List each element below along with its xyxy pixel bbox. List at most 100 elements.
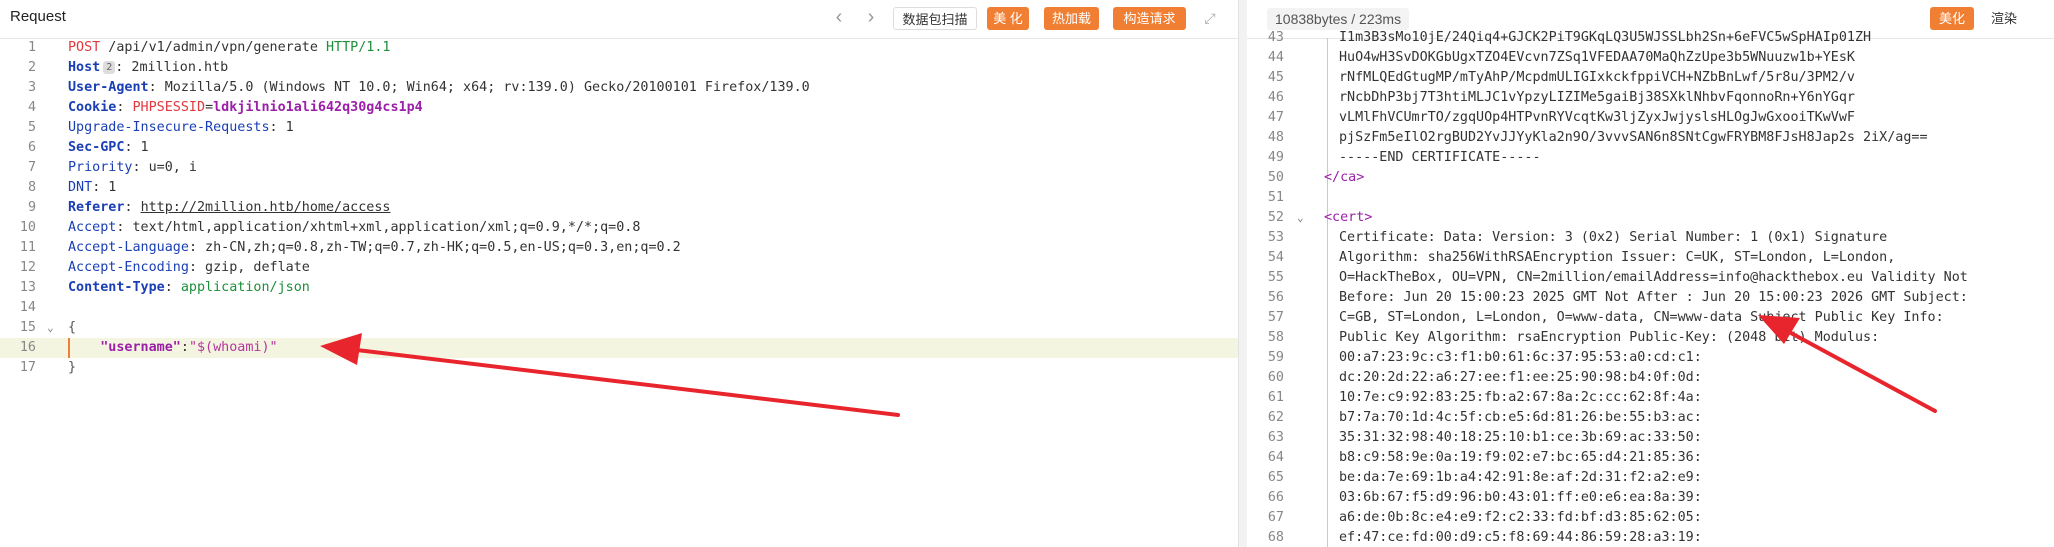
line-number: 8	[27, 180, 36, 195]
beautify-button[interactable]: 美 化	[987, 7, 1029, 30]
response-line[interactable]: 58 Public Key Algorithm: rsaEncryption Pu…	[1247, 328, 2054, 348]
request-line[interactable]: 3 User-Agent: Mozilla/5.0 (Windows NT 10.…	[0, 78, 1238, 98]
response-line-text: I1m3B3sMo10jE/24Qiq4+GJCK2PiT9GKqLQ3U5WJ…	[1339, 30, 1872, 45]
response-line-text: a6:de:0b:8c:e4:e9:f2:c2:33:fd:bf:d3:85:6…	[1339, 510, 1702, 525]
line-number: 62	[1267, 410, 1284, 425]
construct-request-button[interactable]: 构造请求	[1113, 7, 1186, 30]
response-line[interactable]: 64 b8:c9:58:9e:0a:19:f9:02:e7:bc:65:d4:21…	[1247, 448, 2054, 468]
response-line-text: rNcbDhP3bj7T3htiMLJC1vYpzyLIZIMe5gaiBj38…	[1339, 90, 1855, 105]
fold-chevron-icon[interactable]: ⌄	[1297, 208, 1309, 228]
expand-icon[interactable]: ⤢	[1201, 9, 1219, 27]
code-token: }	[68, 360, 77, 375]
request-editor[interactable]: 1 POST /api/v1/admin/vpn/generate HTTP/1.…	[0, 38, 1238, 547]
response-line[interactable]: 53 Certificate: Data: Version: 3 (0x2) Se…	[1247, 228, 2054, 248]
request-line[interactable]: 1 POST /api/v1/admin/vpn/generate HTTP/1.…	[0, 38, 1238, 58]
response-line[interactable]: 54 Algorithm: sha256WithRSAEncryption Iss…	[1247, 248, 2054, 268]
code-token: :	[180, 340, 189, 355]
line-number: 56	[1267, 290, 1284, 305]
response-line[interactable]: 43 I1m3B3sMo10jE/24Qiq4+GJCK2PiT9GKqLQ3U5…	[1247, 28, 2054, 48]
request-pane: Request ‹ › 数据包扫描 美 化 热加载 构造请求 ⤢ 1 POST /…	[0, 0, 1238, 547]
code-token: : zh-CN,zh;q=0.8,zh-TW;q=0.7,zh-HK;q=0.5…	[188, 240, 681, 255]
response-line[interactable]: 45 rNfMLQEdGtugMP/mTyAhP/McpdmULIGIxkckfp…	[1247, 68, 2054, 88]
response-line[interactable]: 51	[1247, 188, 2054, 208]
response-line[interactable]: 60 dc:20:2d:22:a6:27:ee:f1:ee:25:90:98:b4…	[1247, 368, 2054, 388]
code-token: :	[116, 100, 133, 115]
code-token: "$(whoami)"	[188, 340, 278, 355]
packet-scan-button[interactable]: 数据包扫描	[893, 7, 977, 30]
request-line[interactable]: 16 "username":"$(whoami)"	[0, 338, 1238, 358]
line-number: 46	[1267, 90, 1284, 105]
request-line[interactable]: 12 Accept-Encoding: gzip, deflate	[0, 258, 1238, 278]
response-line[interactable]: 49 -----END CERTIFICATE-----	[1247, 148, 2054, 168]
response-line[interactable]: 61 10:7e:c9:92:83:25:fb:a2:67:8a:2c:cc:62…	[1247, 388, 2054, 408]
line-number: 43	[1267, 30, 1284, 45]
request-line-code: Cookie: PHPSESSID=ldkjilnio1ali642q30g4c…	[68, 98, 423, 118]
response-line-text: be:da:7e:69:1b:a4:42:91:8e:af:2d:31:f2:a…	[1339, 470, 1702, 485]
response-line[interactable]: 59 00:a7:23:9c:c3:f1:b0:61:6c:37:95:53:a0…	[1247, 348, 2054, 368]
request-line-code: POST /api/v1/admin/vpn/generate HTTP/1.1	[68, 38, 390, 58]
request-line[interactable]: 2 Host 2: 2million.htb	[0, 58, 1238, 78]
code-token: ldkjilnio1ali642q30g4cs1p4	[213, 100, 423, 115]
request-line[interactable]: 5 Upgrade-Insecure-Requests: 1	[0, 118, 1238, 138]
request-line[interactable]: 11 Accept-Language: zh-CN,zh;q=0.8,zh-TW;…	[0, 238, 1238, 258]
request-line-code: Host 2: 2million.htb	[68, 58, 228, 78]
render-button[interactable]: 渲染	[1982, 7, 2026, 30]
line-number: 2	[27, 60, 36, 75]
response-line[interactable]: 56 Before: Jun 20 15:00:23 2025 GMT Not A…	[1247, 288, 2054, 308]
response-line[interactable]: 52 ⌄ <cert>	[1247, 208, 2054, 228]
code-token: : u=0, i	[132, 160, 198, 175]
code-token: : 1	[92, 180, 117, 195]
response-line[interactable]: 66 03:6b:67:f5:d9:96:b0:43:01:ff:e0:e6:ea…	[1247, 488, 2054, 508]
code-token: : gzip, deflate	[188, 260, 310, 275]
request-line-code: "username":"$(whoami)"	[68, 338, 278, 358]
response-line[interactable]: 44 HuO4wH3SvDOKGbUgxTZO4EVcvn7ZSq1VFEDAA7…	[1247, 48, 2054, 68]
code-token: "username"	[100, 340, 181, 355]
line-number: 53	[1267, 230, 1284, 245]
request-line[interactable]: 8 DNT: 1	[0, 178, 1238, 198]
request-line[interactable]: 15 ⌄ {	[0, 318, 1238, 338]
forward-arrow-icon[interactable]: ›	[860, 6, 882, 30]
response-line[interactable]: 57 C=GB, ST=London, L=London, O=www-data,…	[1247, 308, 2054, 328]
response-line[interactable]: 68 ef:47:ce:fd:00:d9:c5:f8:69:44:86:59:28…	[1247, 528, 2054, 547]
response-line-text: 03:6b:67:f5:d9:96:b0:43:01:ff:e0:e6:ea:8…	[1339, 490, 1702, 505]
response-line-text: 35:31:32:98:40:18:25:10:b1:ce:3b:69:ac:3…	[1339, 430, 1702, 445]
fold-chevron-icon[interactable]: ⌄	[47, 318, 59, 338]
response-line[interactable]: 67 a6:de:0b:8c:e4:e9:f2:c2:33:fd:bf:d3:85…	[1247, 508, 2054, 528]
code-token: :	[164, 280, 181, 295]
code-token: HTTP/1.1	[325, 40, 391, 55]
response-line-text: C=GB, ST=London, L=London, O=www-data, C…	[1339, 310, 1944, 325]
request-line[interactable]: 17}	[0, 358, 1238, 378]
response-line[interactable]: 50 </ca>	[1247, 168, 2054, 188]
request-line[interactable]: 7 Priority: u=0, i	[0, 158, 1238, 178]
request-line[interactable]: 10 Accept: text/html,application/xhtml+xm…	[0, 218, 1238, 238]
response-line[interactable]: 55 O=HackTheBox, OU=VPN, CN=2million/emai…	[1247, 268, 2054, 288]
response-line[interactable]: 46 rNcbDhP3bj7T3htiMLJC1vYpzyLIZIMe5gaiBj…	[1247, 88, 2054, 108]
code-token: /api/v1/admin/vpn/generate	[100, 40, 326, 55]
line-number: 64	[1267, 450, 1284, 465]
hot-reload-button[interactable]: 热加载	[1044, 7, 1099, 30]
response-line[interactable]: 48 pjSzFm5eIlO2rgBUD2YvJJYyKla2n9O/3vvvSA…	[1247, 128, 2054, 148]
response-editor[interactable]: 43 I1m3B3sMo10jE/24Qiq4+GJCK2PiT9GKqLQ3U5…	[1247, 30, 2054, 547]
code-token: Referer	[68, 200, 125, 215]
line-number: 15	[19, 320, 36, 335]
code-token: : 1	[269, 120, 294, 135]
request-line[interactable]: 14	[0, 298, 1238, 318]
response-beautify-button[interactable]: 美化	[1930, 7, 1974, 30]
code-token: Sec-GPC	[68, 140, 125, 155]
response-line[interactable]: 65 be:da:7e:69:1b:a4:42:91:8e:af:2d:31:f2…	[1247, 468, 2054, 488]
back-arrow-icon[interactable]: ‹	[828, 6, 850, 30]
response-line-text: b7:7a:70:1d:4c:5f:cb:e5:6d:81:26:be:55:b…	[1339, 410, 1702, 425]
request-line[interactable]: 9 Referer: http://2million.htb/home/acces…	[0, 198, 1238, 218]
line-number: 68	[1267, 530, 1284, 545]
line-number: 14	[19, 300, 36, 315]
response-line[interactable]: 47 vLMlFhVCUmrTO/zgqUOp4HTPvnRYVcqtKw3ljZ…	[1247, 108, 2054, 128]
request-line[interactable]: 6 Sec-GPC: 1	[0, 138, 1238, 158]
request-line[interactable]: 4 Cookie: PHPSESSID=ldkjilnio1ali642q30g4…	[0, 98, 1238, 118]
request-line-code: }	[68, 358, 76, 378]
request-line[interactable]: 13 Content-Type: application/json	[0, 278, 1238, 298]
response-line[interactable]: 63 35:31:32:98:40:18:25:10:b1:ce:3b:69:ac…	[1247, 428, 2054, 448]
response-line[interactable]: 62 b7:7a:70:1d:4c:5f:cb:e5:6d:81:26:be:55…	[1247, 408, 2054, 428]
line-number: 4	[27, 100, 36, 115]
line-number: 66	[1267, 490, 1284, 505]
code-token: : text/html,application/xhtml+xml,applic…	[116, 220, 641, 235]
